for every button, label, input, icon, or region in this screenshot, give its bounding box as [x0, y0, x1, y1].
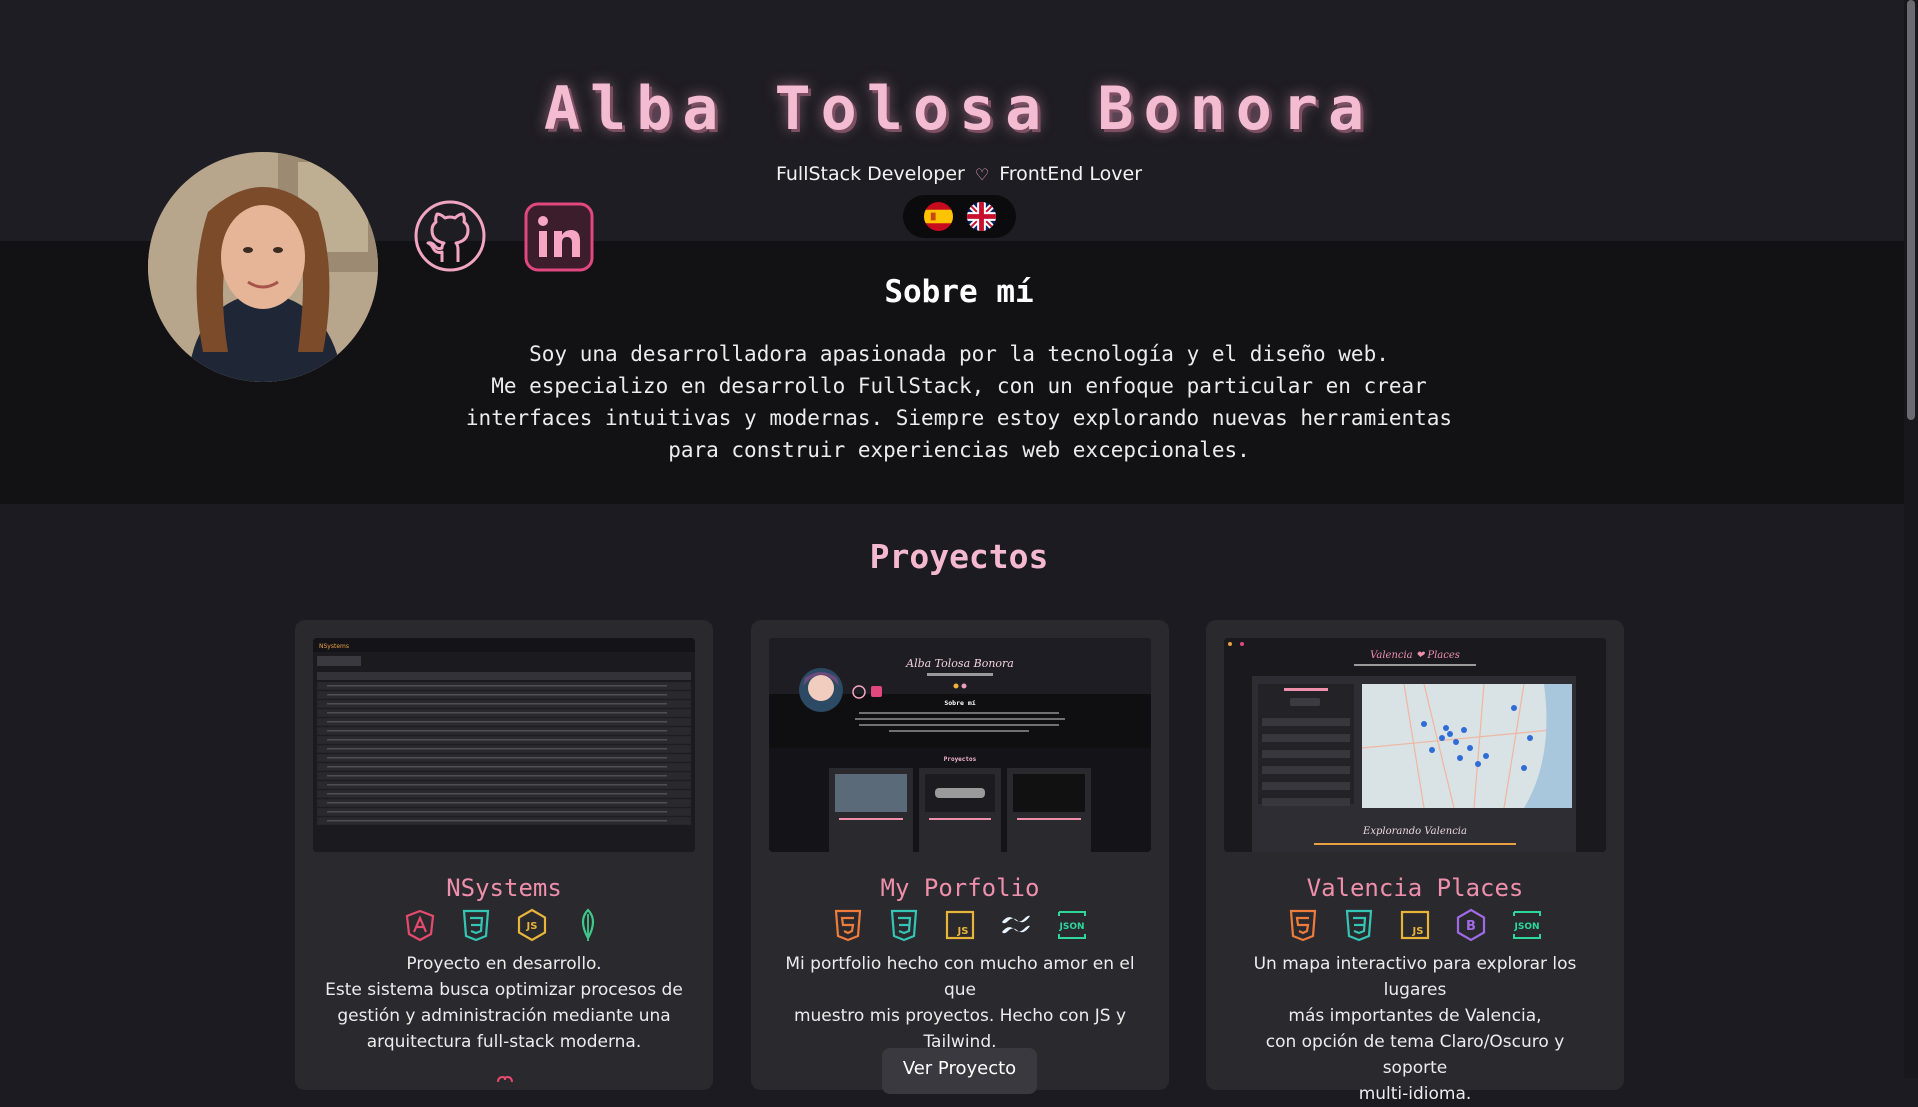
role-fullstack: FullStack Developer: [775, 163, 965, 185]
svg-text:JS: JS: [526, 921, 538, 932]
thumb-about: Sobre mí: [944, 699, 975, 707]
mongodb-icon: [581, 908, 595, 941]
language-switcher: [903, 195, 1016, 238]
project-description: Un mapa interactivo para explorar los lu…: [1232, 951, 1598, 1107]
css3-icon: [1345, 909, 1373, 942]
desc-line: Mi portfolio hecho con mucho amor en el …: [785, 954, 1135, 1000]
project-title: Valencia Places: [1306, 874, 1524, 902]
project-description: Mi portfolio hecho con mucho amor en el …: [777, 951, 1143, 1055]
svg-text:JS: JS: [957, 926, 969, 937]
tech-icons: JS JSON: [751, 908, 1169, 942]
thumb-title: Valencia ❤ Places: [1370, 650, 1460, 661]
thumb-footer: Explorando Valencia: [1362, 826, 1467, 837]
desc-line: con opción de tema Claro/Oscuro y soport…: [1265, 1032, 1565, 1078]
css3-icon: [462, 909, 490, 942]
angular-icon: [405, 909, 435, 942]
thumb-brand: NSystems: [319, 643, 349, 650]
css3-icon: [890, 909, 918, 942]
project-thumbnail[interactable]: NSystems: [313, 638, 695, 852]
view-project-button[interactable]: Ver Proyecto: [882, 1048, 1037, 1094]
project-title: NSystems: [446, 874, 562, 902]
project-card-nsystems: NSystems NSystems JS Proyecto en desarro…: [295, 620, 713, 1090]
spain-flag-icon[interactable]: [923, 202, 953, 231]
desc-line: Este sistema busca optimizar procesos de: [325, 980, 683, 1000]
about-line: interfaces intuitivas y modernas. Siempr…: [465, 406, 1453, 430]
projects-title: Proyectos: [869, 537, 1049, 576]
thumb-name: Alba Tolosa Bonora: [905, 657, 1014, 670]
page-title: Alba Tolosa Bonora: [543, 74, 1375, 144]
desc-line: Un mapa interactivo para explorar los lu…: [1253, 954, 1577, 1000]
svg-text:JS: JS: [1412, 926, 1424, 937]
tech-icons: JS B JSON: [1206, 908, 1624, 942]
about-text: Soy una desarrolladora apasionada por la…: [400, 338, 1518, 466]
scrollbar-thumb[interactable]: [1907, 0, 1915, 420]
heart-icon: [497, 1075, 513, 1083]
nodejs-icon: JS: [517, 908, 547, 942]
about-line: Me especializo en desarrollo FullStack, …: [491, 374, 1427, 398]
project-thumbnail[interactable]: Valencia ❤ Places Explorando Valencia: [1224, 638, 1606, 852]
github-icon[interactable]: [412, 198, 488, 274]
avatar: [148, 152, 378, 382]
project-card-valencia: Valencia ❤ Places Explorando Valencia Va…: [1206, 620, 1624, 1104]
tailwind-icon: [1002, 915, 1030, 934]
heart-icon: ♡: [974, 165, 990, 184]
svg-text:B: B: [1466, 919, 1476, 934]
project-description: Proyecto en desarrollo. Este sistema bus…: [321, 951, 687, 1055]
html5-icon: [834, 909, 862, 942]
javascript-icon: JS: [1400, 910, 1430, 940]
svg-text:JSON: JSON: [1513, 922, 1539, 932]
role-frontend: FrontEnd Lover: [999, 163, 1143, 185]
desc-line: más importantes de Valencia,: [1288, 1006, 1542, 1026]
desc-line: muestro mis proyectos. Hecho con JS y: [793, 1006, 1127, 1026]
json-icon: JSON: [1513, 911, 1541, 939]
tech-icons: JS: [295, 908, 713, 942]
thumb-projects: Proyectos: [944, 756, 977, 763]
desc-line: Proyecto en desarrollo.: [406, 954, 602, 974]
svg-text:JSON: JSON: [1058, 922, 1084, 932]
javascript-icon: JS: [945, 910, 975, 940]
uk-flag-icon[interactable]: [966, 202, 996, 231]
about-line: para construir experiencias web excepcio…: [668, 438, 1250, 462]
project-card-portfolio: Alba Tolosa Bonora Sobre mí Proyectos My…: [751, 620, 1169, 1094]
json-icon: JSON: [1058, 911, 1086, 939]
html5-icon: [1289, 909, 1317, 942]
desc-line: multi-idioma.: [1358, 1084, 1472, 1104]
about-line: Soy una desarrolladora apasionada por la…: [529, 342, 1389, 366]
project-thumbnail[interactable]: Alba Tolosa Bonora Sobre mí Proyectos: [769, 638, 1151, 852]
desc-line: gestión y administración mediante una: [337, 1006, 671, 1026]
bootstrap-icon: B: [1456, 908, 1486, 942]
linkedin-icon[interactable]: [523, 201, 595, 273]
about-title: Sobre mí: [884, 274, 1034, 310]
desc-line: arquitectura full-stack moderna.: [366, 1032, 642, 1052]
project-title: My Porfolio: [880, 874, 1040, 902]
